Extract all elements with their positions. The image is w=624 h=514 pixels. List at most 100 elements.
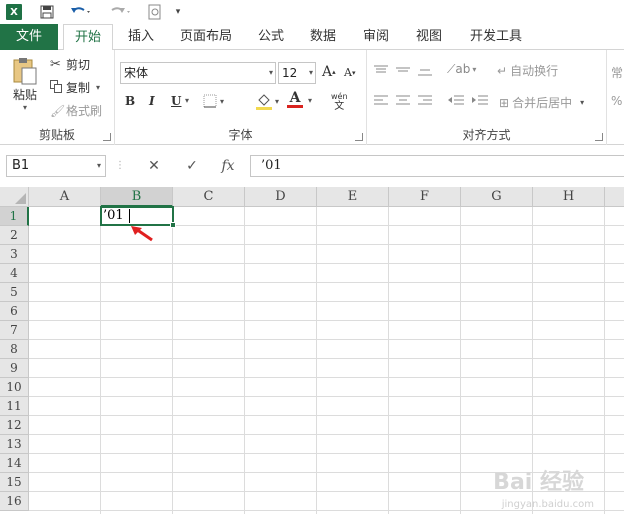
row-header-14[interactable]: 14 — [0, 454, 29, 473]
paste-icon — [13, 58, 37, 85]
row-header-11[interactable]: 11 — [0, 397, 29, 416]
tab-insert[interactable]: 插入 — [120, 24, 162, 50]
merge-center-label: 合并后居中 — [512, 96, 573, 110]
number-format-select[interactable]: 常 — [611, 64, 623, 81]
enter-button[interactable]: ✓ — [182, 155, 202, 177]
watermark-url: jingyan.baidu.com — [501, 499, 594, 510]
align-center-icon — [396, 95, 410, 105]
orientation-button[interactable]: ⟋ab ▾ — [447, 62, 476, 77]
font-color-bar — [287, 105, 303, 108]
row-header-6[interactable]: 6 — [0, 302, 29, 321]
row-header-15[interactable]: 15 — [0, 473, 29, 492]
align-center-button[interactable] — [395, 94, 411, 106]
tab-page-layout[interactable]: 页面布局 — [172, 24, 240, 50]
decrease-indent-button[interactable] — [447, 94, 465, 106]
paste-label: 粘贴 — [12, 88, 37, 102]
copy-button[interactable]: 复制 ▾ — [50, 79, 100, 96]
worksheet-grid[interactable]: A B C D E F G H 1 2 3 4 5 6 7 8 9 10 11 … — [0, 187, 624, 514]
column-header-c[interactable]: C — [173, 187, 245, 207]
name-box[interactable]: B1 ▾ — [6, 155, 106, 177]
cut-button[interactable]: ✂ 剪切 — [50, 56, 90, 73]
tab-developer[interactable]: 开发工具 — [462, 24, 530, 50]
font-color-label: A — [289, 90, 301, 106]
row-header-7[interactable]: 7 — [0, 321, 29, 340]
insert-function-button[interactable]: fx — [218, 155, 238, 177]
underline-button[interactable]: U — [171, 94, 181, 108]
row-header-3[interactable]: 3 — [0, 245, 29, 264]
middle-align-button[interactable] — [395, 64, 411, 76]
fill-handle[interactable] — [170, 222, 176, 228]
top-align-button[interactable] — [373, 64, 389, 76]
merge-icon: ⊞ — [499, 95, 510, 110]
redo-icon[interactable] — [106, 3, 136, 21]
align-right-button[interactable] — [417, 94, 433, 106]
merge-center-button[interactable]: ⊞ 合并后居中 ▾ — [499, 94, 584, 111]
tab-review[interactable]: 审阅 — [355, 24, 397, 50]
column-header-e[interactable]: E — [317, 187, 389, 207]
increase-indent-button[interactable] — [471, 94, 489, 106]
wrap-text-button[interactable]: ↵ 自动换行 — [497, 62, 558, 79]
cancel-button[interactable]: ✕ — [144, 155, 164, 177]
borders-button[interactable]: ▾ — [203, 94, 224, 108]
tab-formulas[interactable]: 公式 — [250, 24, 292, 50]
red-arrow-icon — [131, 226, 153, 242]
fill-color-button[interactable]: ▾ — [255, 92, 279, 110]
tab-data[interactable]: 数据 — [302, 24, 344, 50]
align-left-button[interactable] — [373, 94, 389, 106]
align-bottom-icon — [418, 69, 432, 76]
phonetic-button[interactable]: wén 文 — [331, 92, 348, 112]
column-header-b[interactable]: B — [101, 187, 173, 207]
grow-font-button[interactable]: A ▴ — [322, 64, 336, 80]
shrink-font-button[interactable]: A ▾ — [344, 66, 355, 79]
wrap-text-icon: ↵ — [497, 63, 508, 78]
column-header-next[interactable] — [605, 187, 624, 207]
alignment-launcher-icon[interactable] — [595, 133, 603, 141]
percent-button[interactable]: % — [611, 94, 622, 108]
font-color-button[interactable]: A — [287, 90, 303, 108]
row-header-8[interactable]: 8 — [0, 340, 29, 359]
column-header-f[interactable]: F — [389, 187, 461, 207]
row-header-10[interactable]: 10 — [0, 378, 29, 397]
column-header-a[interactable]: A — [29, 187, 101, 207]
underline-dropdown-icon[interactable]: ▾ — [185, 96, 189, 105]
tab-file[interactable]: 文件 — [0, 24, 58, 50]
row-header-4[interactable]: 4 — [0, 264, 29, 283]
column-header-g[interactable]: G — [461, 187, 533, 207]
select-all-button[interactable] — [0, 187, 29, 207]
bold-button[interactable]: B — [125, 94, 135, 108]
align-top-icon — [374, 65, 388, 73]
row-header-12[interactable]: 12 — [0, 416, 29, 435]
formula-input[interactable]: ’01 — [250, 155, 624, 177]
undo-icon[interactable] — [66, 3, 96, 21]
row-header-5[interactable]: 5 — [0, 283, 29, 302]
format-painter-button[interactable]: 🖌 格式刷 — [50, 102, 102, 119]
row-header-2[interactable]: 2 — [0, 226, 29, 245]
row-header-9[interactable]: 9 — [0, 359, 29, 378]
formula-bar-splitter-icon[interactable]: ⋮ — [115, 155, 125, 177]
chevron-down-icon: ▾ — [96, 161, 101, 170]
bottom-align-button[interactable] — [417, 64, 433, 76]
column-header-h[interactable]: H — [533, 187, 605, 207]
print-preview-icon[interactable] — [146, 3, 164, 21]
text-cursor — [129, 209, 130, 223]
italic-button[interactable]: I — [149, 94, 155, 108]
customize-qat-icon[interactable]: ▾ — [172, 3, 184, 21]
column-header-d[interactable]: D — [245, 187, 317, 207]
tab-home[interactable]: 开始 — [63, 24, 113, 51]
grow-font-label: A — [322, 64, 333, 80]
font-launcher-icon[interactable] — [355, 133, 363, 141]
font-color-dropdown-icon[interactable]: ▾ — [308, 96, 312, 105]
clipboard-launcher-icon[interactable] — [103, 133, 111, 141]
ribbon-tabs: 文件 开始 插入 页面布局 公式 数据 审阅 视图 开发工具 — [0, 24, 624, 51]
row-header-1[interactable]: 1 — [0, 207, 29, 226]
row-header-16[interactable]: 16 — [0, 492, 29, 511]
format-painter-label: 格式刷 — [66, 104, 103, 118]
tab-view[interactable]: 视图 — [408, 24, 450, 50]
font-name-select[interactable]: 宋体 ▾ — [120, 62, 276, 84]
row-header-13[interactable]: 13 — [0, 435, 29, 454]
font-size-select[interactable]: 12 ▾ — [278, 62, 316, 84]
percent-icon: % — [611, 94, 623, 108]
paste-button[interactable]: 粘贴 ▾ — [8, 56, 42, 112]
save-icon[interactable] — [38, 3, 56, 21]
font-name-value: 宋体 — [124, 66, 149, 80]
